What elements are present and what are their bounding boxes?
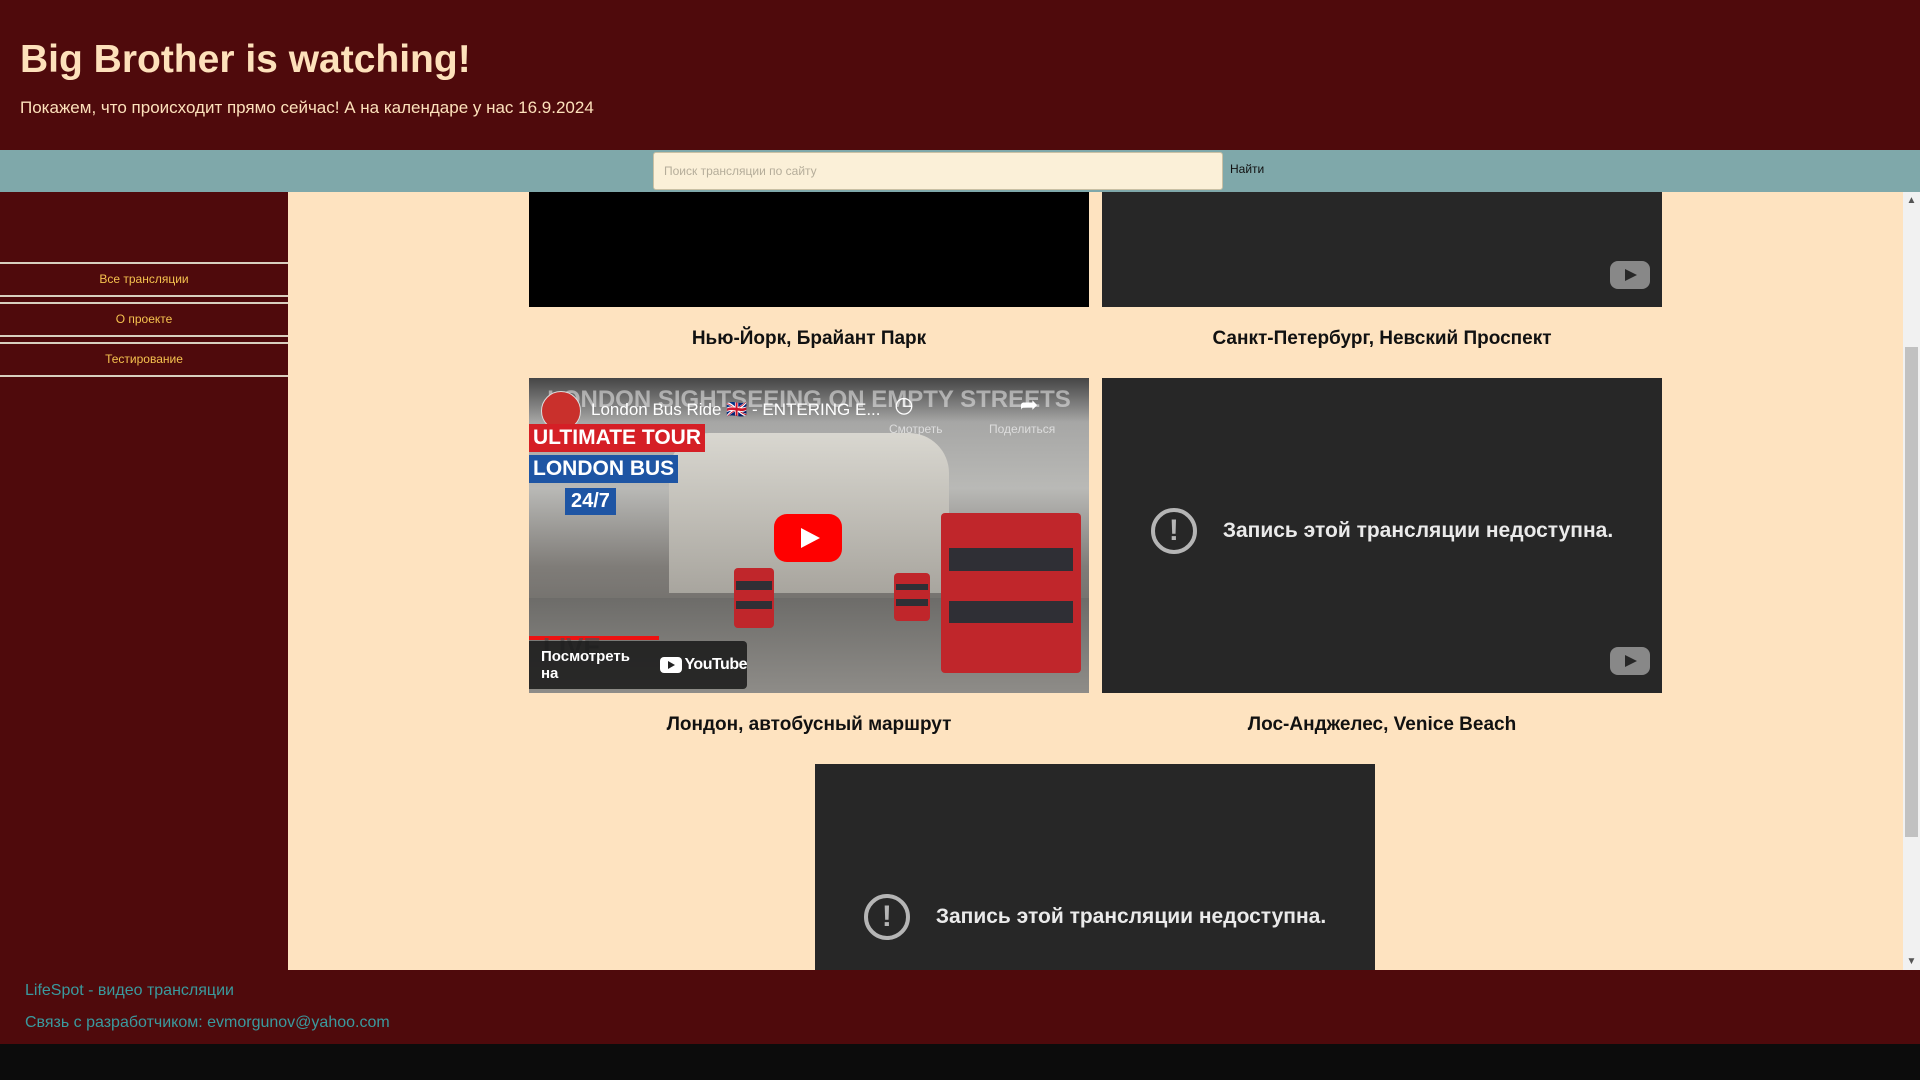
player-video-title[interactable]: London Bus Ride 🇬🇧 - ENTERING E... [591,400,881,420]
search-input[interactable] [653,152,1223,190]
footer-contact: Связь с разработчиком: evmorgunov@yahoo.… [25,1014,390,1031]
thumbnail-badge-tour: ULTIMATE TOUR [529,424,705,452]
video-unavailable-text: Запись этой трансляции недоступна. [935,905,1327,928]
video-caption-london: Лондон, автобусный маршрут [666,714,952,735]
clock-icon[interactable]: ◷ [889,390,919,420]
exclamation-circle-icon: ! [1150,508,1197,554]
main-content: Нью-Йорк, Брайант Парк Санкт-Петербург, … [288,192,1903,970]
site-footer: LifeSpot - видео трансляции Связь с разр… [0,970,1920,1044]
video-unavailable-text: Запись этой трансляции недоступна. [1222,519,1614,542]
footer-site-name: LifeSpot - видео трансляции [25,982,234,999]
video-unavailable-message: ! Запись этой трансляции недоступна. [815,894,1375,940]
watch-later-label[interactable]: Смотреть [889,422,943,436]
youtube-brand-label: YouTube [684,656,747,673]
thumbnail-bus [894,573,930,621]
share-label[interactable]: Поделиться [989,422,1055,436]
video-unavailable-message: ! Запись этой трансляции недоступна. [1102,508,1662,554]
search-bar: Найти [0,150,1920,192]
sidebar-item-testing[interactable]: Тестирование [0,342,288,377]
site-header: Big Brother is watching! Покажем, что пр… [0,0,1920,150]
play-icon[interactable] [774,514,842,562]
video-caption-st-petersburg: Санкт-Петербург, Невский Проспект [1212,328,1552,349]
thumbnail-bus [941,513,1081,673]
video-player-london[interactable]: LONDON SIGHTSEEING ON EMPTY STREETS Lond… [529,378,1089,693]
scroll-up-arrow-icon[interactable]: ▲ [1903,192,1920,209]
video-player-fifth[interactable]: ! Запись этой трансляции недоступна. [815,764,1375,970]
video-player-st-petersburg[interactable] [1102,192,1662,307]
scroll-thumb[interactable] [1905,347,1918,837]
share-icon[interactable]: ➦ [1014,390,1044,420]
sidebar-item-about[interactable]: О проекте [0,302,288,337]
youtube-logo-icon[interactable] [1610,261,1650,289]
site-title: Big Brother is watching! [20,38,471,81]
search-button[interactable]: Найти [1230,162,1264,176]
watch-on-youtube-button[interactable]: Посмотреть на YouTube [529,641,747,689]
thumbnail-building [669,433,949,593]
video-caption-new-york: Нью-Йорк, Брайант Парк [691,328,927,349]
thumbnail-badge-bus: LONDON BUS [529,455,679,483]
exclamation-circle-icon: ! [863,894,910,940]
sidebar-item-all-streams[interactable]: Все трансляции [0,262,288,297]
thumbnail-badge-247: 24/7 [565,488,616,515]
youtube-logo-icon [660,657,683,673]
sidebar-nav: Все трансляции О проекте Тестирование [0,192,288,970]
watch-on-label: Посмотреть на [541,648,630,682]
video-player-new-york[interactable] [529,192,1089,307]
site-subtitle: Покажем, что происходит прямо сейчас! А … [20,98,594,117]
scroll-down-arrow-icon[interactable]: ▼ [1903,953,1920,970]
youtube-brand: YouTube [660,656,747,674]
video-player-los-angeles[interactable]: ! Запись этой трансляции недоступна. [1102,378,1662,693]
youtube-logo-icon[interactable] [1610,647,1650,675]
thumbnail-bus [734,568,774,628]
video-caption-los-angeles: Лос-Анджелес, Venice Beach [1247,714,1517,735]
page-scrollbar[interactable]: ▲ ▼ [1903,192,1920,970]
